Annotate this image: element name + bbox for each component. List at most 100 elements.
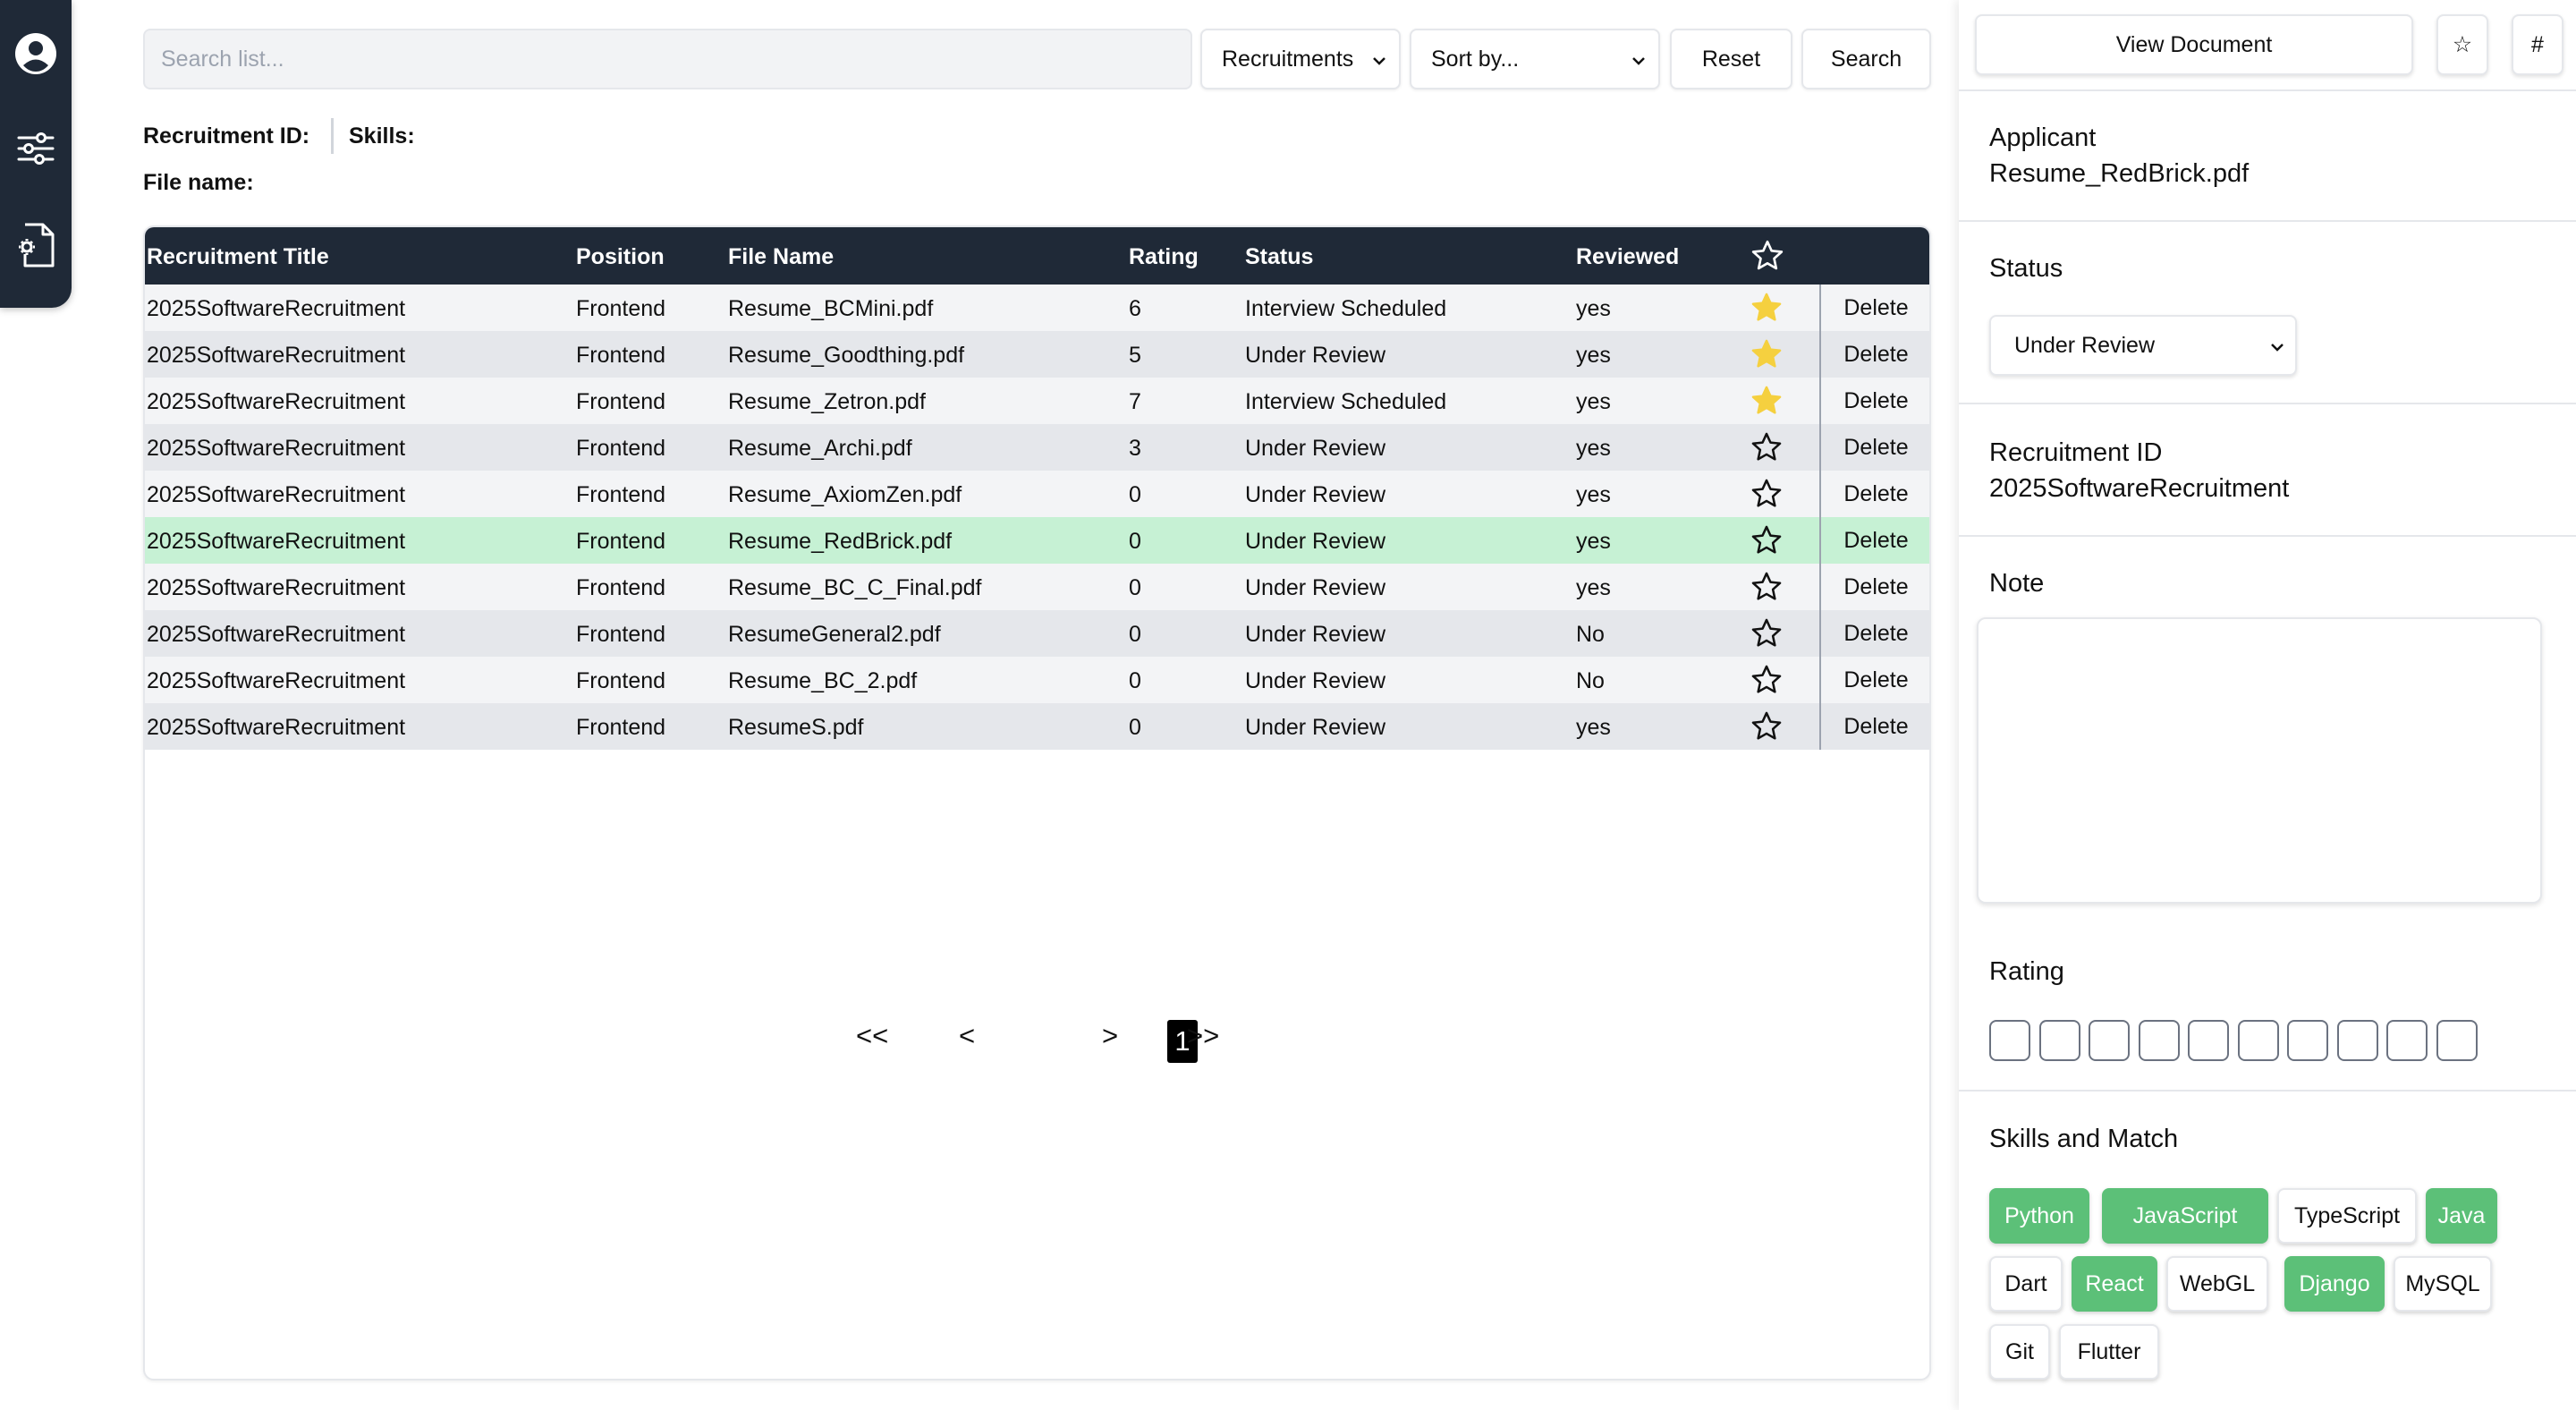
recruitments-select[interactable]: Recruitments xyxy=(1200,29,1401,89)
cell-position: Frontend xyxy=(576,529,666,554)
rating-box[interactable] xyxy=(2336,1020,2378,1061)
col-header-file[interactable]: File Name xyxy=(728,244,834,270)
delete-button[interactable]: Delete xyxy=(1819,517,1929,564)
cell-reviewed: yes xyxy=(1576,715,1611,740)
delete-button[interactable]: Delete xyxy=(1819,657,1929,703)
cell-title: 2025SoftwareRecruitment xyxy=(147,436,406,461)
star-filled-icon[interactable] xyxy=(1750,291,1784,325)
cell-status: Under Review xyxy=(1245,529,1386,554)
delete-button[interactable]: Delete xyxy=(1819,703,1929,750)
delete-button[interactable]: Delete xyxy=(1819,378,1929,424)
first-page-button[interactable]: << xyxy=(856,1020,888,1052)
status-section: Status xyxy=(1959,222,2576,404)
sort-select[interactable]: Sort by... xyxy=(1410,29,1660,89)
delete-button[interactable]: Delete xyxy=(1819,285,1929,331)
cell-position: Frontend xyxy=(576,622,666,647)
cell-position: Frontend xyxy=(576,389,666,414)
star-outline-icon[interactable] xyxy=(1750,430,1784,464)
rating-box[interactable] xyxy=(2089,1020,2130,1061)
recruitment-id-section: Recruitment ID 2025SoftwareRecruitment xyxy=(1959,404,2576,537)
delete-button[interactable]: Delete xyxy=(1819,331,1929,378)
star-outline-icon[interactable] xyxy=(1750,523,1784,557)
cell-reviewed: yes xyxy=(1576,343,1611,368)
rating-box[interactable] xyxy=(2038,1020,2080,1061)
table-row[interactable]: 2025SoftwareRecruitment Frontend ResumeS.p… xyxy=(145,703,1929,750)
rating-box[interactable] xyxy=(2386,1020,2428,1061)
delete-button[interactable]: Delete xyxy=(1819,471,1929,517)
hash-button[interactable]: # xyxy=(2512,14,2563,75)
skill-chip[interactable]: React xyxy=(2072,1256,2157,1312)
rating-box[interactable] xyxy=(2138,1020,2180,1061)
table-row[interactable]: 2025SoftwareRecruitment Frontend Resume_BC… xyxy=(145,657,1929,703)
col-header-status[interactable]: Status xyxy=(1245,244,1313,270)
skill-chip[interactable]: Java xyxy=(2426,1188,2497,1244)
table-row-selected[interactable]: 2025SoftwareRecruitment Frontend Resume_Re… xyxy=(145,517,1929,564)
skill-chip[interactable]: TypeScript xyxy=(2277,1188,2417,1244)
table-row[interactable]: 2025SoftwareRecruitment Frontend Resume_Ar… xyxy=(145,424,1929,471)
table-row[interactable]: 2025SoftwareRecruitment Frontend Resume_Ze… xyxy=(145,378,1929,424)
cell-status: Under Review xyxy=(1245,575,1386,600)
cell-position: Frontend xyxy=(576,575,666,600)
search-input[interactable] xyxy=(143,29,1192,89)
cell-position: Frontend xyxy=(576,715,666,740)
delete-button[interactable]: Delete xyxy=(1819,610,1929,657)
star-outline-icon[interactable] xyxy=(1750,570,1784,604)
table-row[interactable]: 2025SoftwareRecruitment Frontend Resume_BC… xyxy=(145,285,1929,331)
note-label: Note xyxy=(1989,569,2045,598)
cell-reviewed: yes xyxy=(1576,296,1611,321)
cell-file: ResumeS.pdf xyxy=(728,715,864,740)
cell-title: 2025SoftwareRecruitment xyxy=(147,296,406,321)
next-page-button[interactable]: > xyxy=(1102,1020,1118,1052)
star-outline-icon[interactable] xyxy=(1750,477,1784,511)
star-outline-icon[interactable] xyxy=(1750,663,1784,697)
star-filled-icon[interactable] xyxy=(1750,384,1784,418)
col-header-reviewed[interactable]: Reviewed xyxy=(1576,244,1679,270)
cell-rating: 0 xyxy=(1129,529,1141,554)
skill-chip[interactable]: JavaScript xyxy=(2102,1188,2268,1244)
file-settings-icon[interactable] xyxy=(14,223,57,268)
table-row[interactable]: 2025SoftwareRecruitment Frontend Resume_Ax… xyxy=(145,471,1929,517)
delete-button[interactable]: Delete xyxy=(1819,564,1929,610)
cell-rating: 0 xyxy=(1129,482,1141,507)
search-button[interactable]: Search xyxy=(1801,29,1931,89)
prev-page-button[interactable]: < xyxy=(959,1020,975,1052)
col-header-rating[interactable]: Rating xyxy=(1129,244,1199,270)
table-row[interactable]: 2025SoftwareRecruitment Frontend Resume_BC… xyxy=(145,564,1929,610)
recruitment-id-label: Recruitment ID xyxy=(1989,438,2163,467)
cell-rating: 7 xyxy=(1129,389,1141,414)
col-header-position[interactable]: Position xyxy=(576,244,665,270)
skill-chip[interactable]: MySQL xyxy=(2394,1256,2492,1312)
delete-button[interactable]: Delete xyxy=(1819,424,1929,471)
rating-box[interactable] xyxy=(2237,1020,2279,1061)
cell-file: Resume_BC_2.pdf xyxy=(728,668,918,693)
star-filled-icon[interactable] xyxy=(1750,337,1784,371)
skill-chip[interactable]: Git xyxy=(1989,1324,2050,1380)
rating-box[interactable] xyxy=(1989,1020,2030,1061)
status-select[interactable]: Under Review xyxy=(1989,315,2297,376)
skill-chip[interactable]: Django xyxy=(2284,1256,2385,1312)
skill-chip[interactable]: WebGL xyxy=(2166,1256,2268,1312)
star-outline-icon[interactable] xyxy=(1750,616,1784,650)
skill-chip[interactable]: Python xyxy=(1989,1188,2089,1244)
note-textarea[interactable] xyxy=(1977,617,2542,904)
sliders-icon[interactable] xyxy=(14,127,57,170)
col-header-title[interactable]: Recruitment Title xyxy=(147,244,329,270)
chevron-down-icon xyxy=(2271,344,2284,352)
table-row[interactable]: 2025SoftwareRecruitment Frontend Resume_Go… xyxy=(145,331,1929,378)
star-button[interactable]: ☆ xyxy=(2436,14,2488,75)
cell-title: 2025SoftwareRecruitment xyxy=(147,343,406,368)
rating-box[interactable] xyxy=(2188,1020,2229,1061)
last-page-button[interactable]: >> xyxy=(1187,1020,1219,1052)
table-row[interactable]: 2025SoftwareRecruitment Frontend ResumeGen… xyxy=(145,610,1929,657)
rating-box[interactable] xyxy=(2287,1020,2328,1061)
cell-reviewed: yes xyxy=(1576,529,1611,554)
skill-chip[interactable]: Dart xyxy=(1989,1256,2063,1312)
star-header-icon[interactable] xyxy=(1750,238,1785,274)
view-document-button[interactable]: View Document xyxy=(1975,14,2413,75)
rating-box[interactable] xyxy=(2436,1020,2478,1061)
user-circle-icon[interactable] xyxy=(14,32,57,75)
skill-chip[interactable]: Flutter xyxy=(2059,1324,2159,1380)
cell-title: 2025SoftwareRecruitment xyxy=(147,575,406,600)
reset-button[interactable]: Reset xyxy=(1670,29,1792,89)
star-outline-icon[interactable] xyxy=(1750,709,1784,743)
